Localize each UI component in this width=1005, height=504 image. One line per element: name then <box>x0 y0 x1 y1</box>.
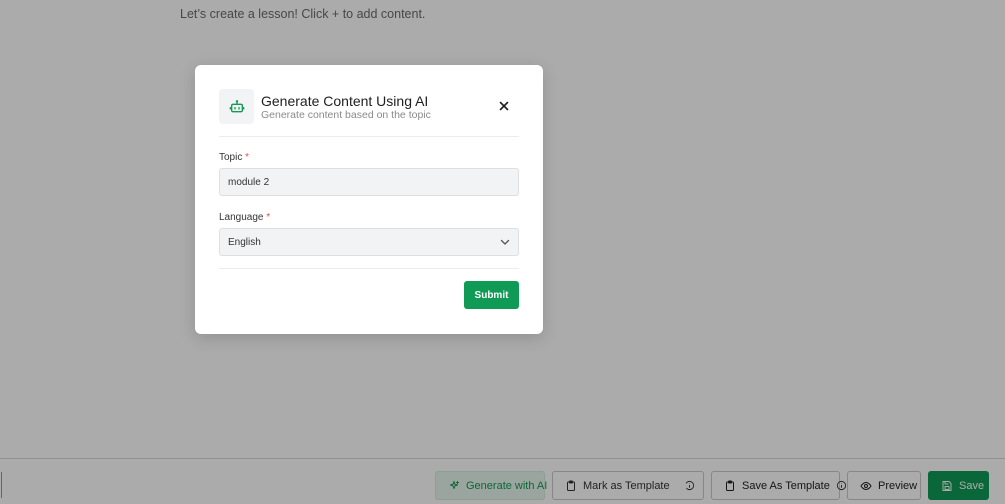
dialog-title: Generate Content Using AI <box>261 93 429 109</box>
language-select-value: English <box>228 236 261 248</box>
required-marker: * <box>245 152 250 163</box>
dialog-footer-divider <box>219 268 519 269</box>
generate-content-dialog: Generate Content Using AI Generate conte… <box>195 65 543 334</box>
topic-label-text: Topic <box>219 152 243 163</box>
language-select[interactable]: English <box>219 228 519 256</box>
dialog-header-divider <box>219 136 519 137</box>
dialog-subtitle: Generate content based on the topic <box>261 109 431 121</box>
chevron-down-icon <box>500 239 510 245</box>
topic-input-value: module 2 <box>228 176 270 188</box>
topic-input[interactable]: module 2 <box>219 168 519 196</box>
required-marker: * <box>266 212 271 223</box>
robot-icon <box>219 89 254 124</box>
language-label: Language * <box>219 212 270 223</box>
close-icon[interactable] <box>496 98 512 114</box>
submit-button[interactable]: Submit <box>464 281 519 309</box>
language-label-text: Language <box>219 212 264 223</box>
topic-label: Topic * <box>219 152 249 163</box>
